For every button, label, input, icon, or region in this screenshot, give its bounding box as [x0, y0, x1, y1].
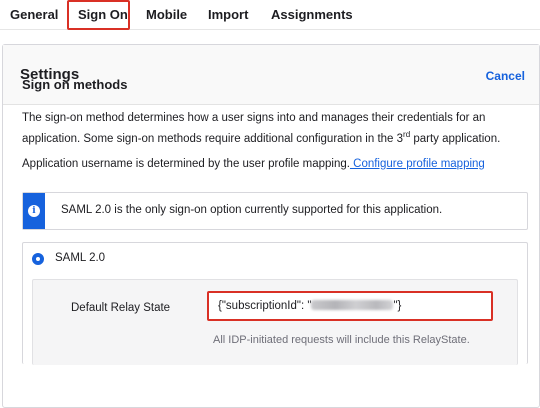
tab-mobile[interactable]: Mobile	[146, 7, 187, 22]
saml-option-card: SAML 2.0 Default Relay State {"subscript…	[22, 242, 528, 365]
relay-state-value-suffix: "}	[393, 300, 402, 312]
tab-assignments[interactable]: Assignments	[271, 7, 353, 22]
cancel-link[interactable]: Cancel	[486, 69, 525, 83]
configure-profile-mapping-link[interactable]: Configure profile mapping	[350, 158, 485, 170]
redacted-subscription-id	[311, 300, 394, 310]
sign-on-methods-title: Sign on methods	[22, 77, 128, 92]
relay-state-input[interactable]: {"subscriptionId": " "}	[207, 291, 493, 321]
saml-option-label[interactable]: SAML 2.0	[55, 252, 105, 264]
relay-state-value-prefix: {"subscriptionId": "	[218, 300, 312, 312]
relay-state-label: Default Relay State	[71, 302, 171, 314]
saml-settings-box: Default Relay State {"subscriptionId": "…	[32, 279, 518, 365]
saml-radio-button[interactable]	[32, 253, 44, 265]
tab-general[interactable]: General	[10, 7, 58, 22]
tab-highlight-outline	[67, 0, 130, 30]
sign-on-description-part2: party application.	[410, 133, 501, 145]
tab-bar: General Sign On Mobile Import Assignment…	[0, 0, 540, 30]
username-mapping-text: Application username is determined by th…	[22, 154, 502, 175]
username-mapping-label: Application username is determined by th…	[22, 158, 350, 170]
info-banner-bar: i	[23, 193, 45, 229]
info-banner-text: SAML 2.0 is the only sign-on option curr…	[61, 204, 443, 216]
tab-import[interactable]: Import	[208, 7, 248, 22]
relay-state-help: All IDP-initiated requests will include …	[213, 334, 470, 346]
info-banner: i SAML 2.0 is the only sign-on option cu…	[22, 192, 528, 230]
radio-selected-dot	[36, 257, 40, 261]
info-icon: i	[28, 205, 40, 217]
sign-on-description: The sign-on method determines how a user…	[22, 108, 502, 150]
settings-header: Settings Cancel	[3, 45, 539, 105]
